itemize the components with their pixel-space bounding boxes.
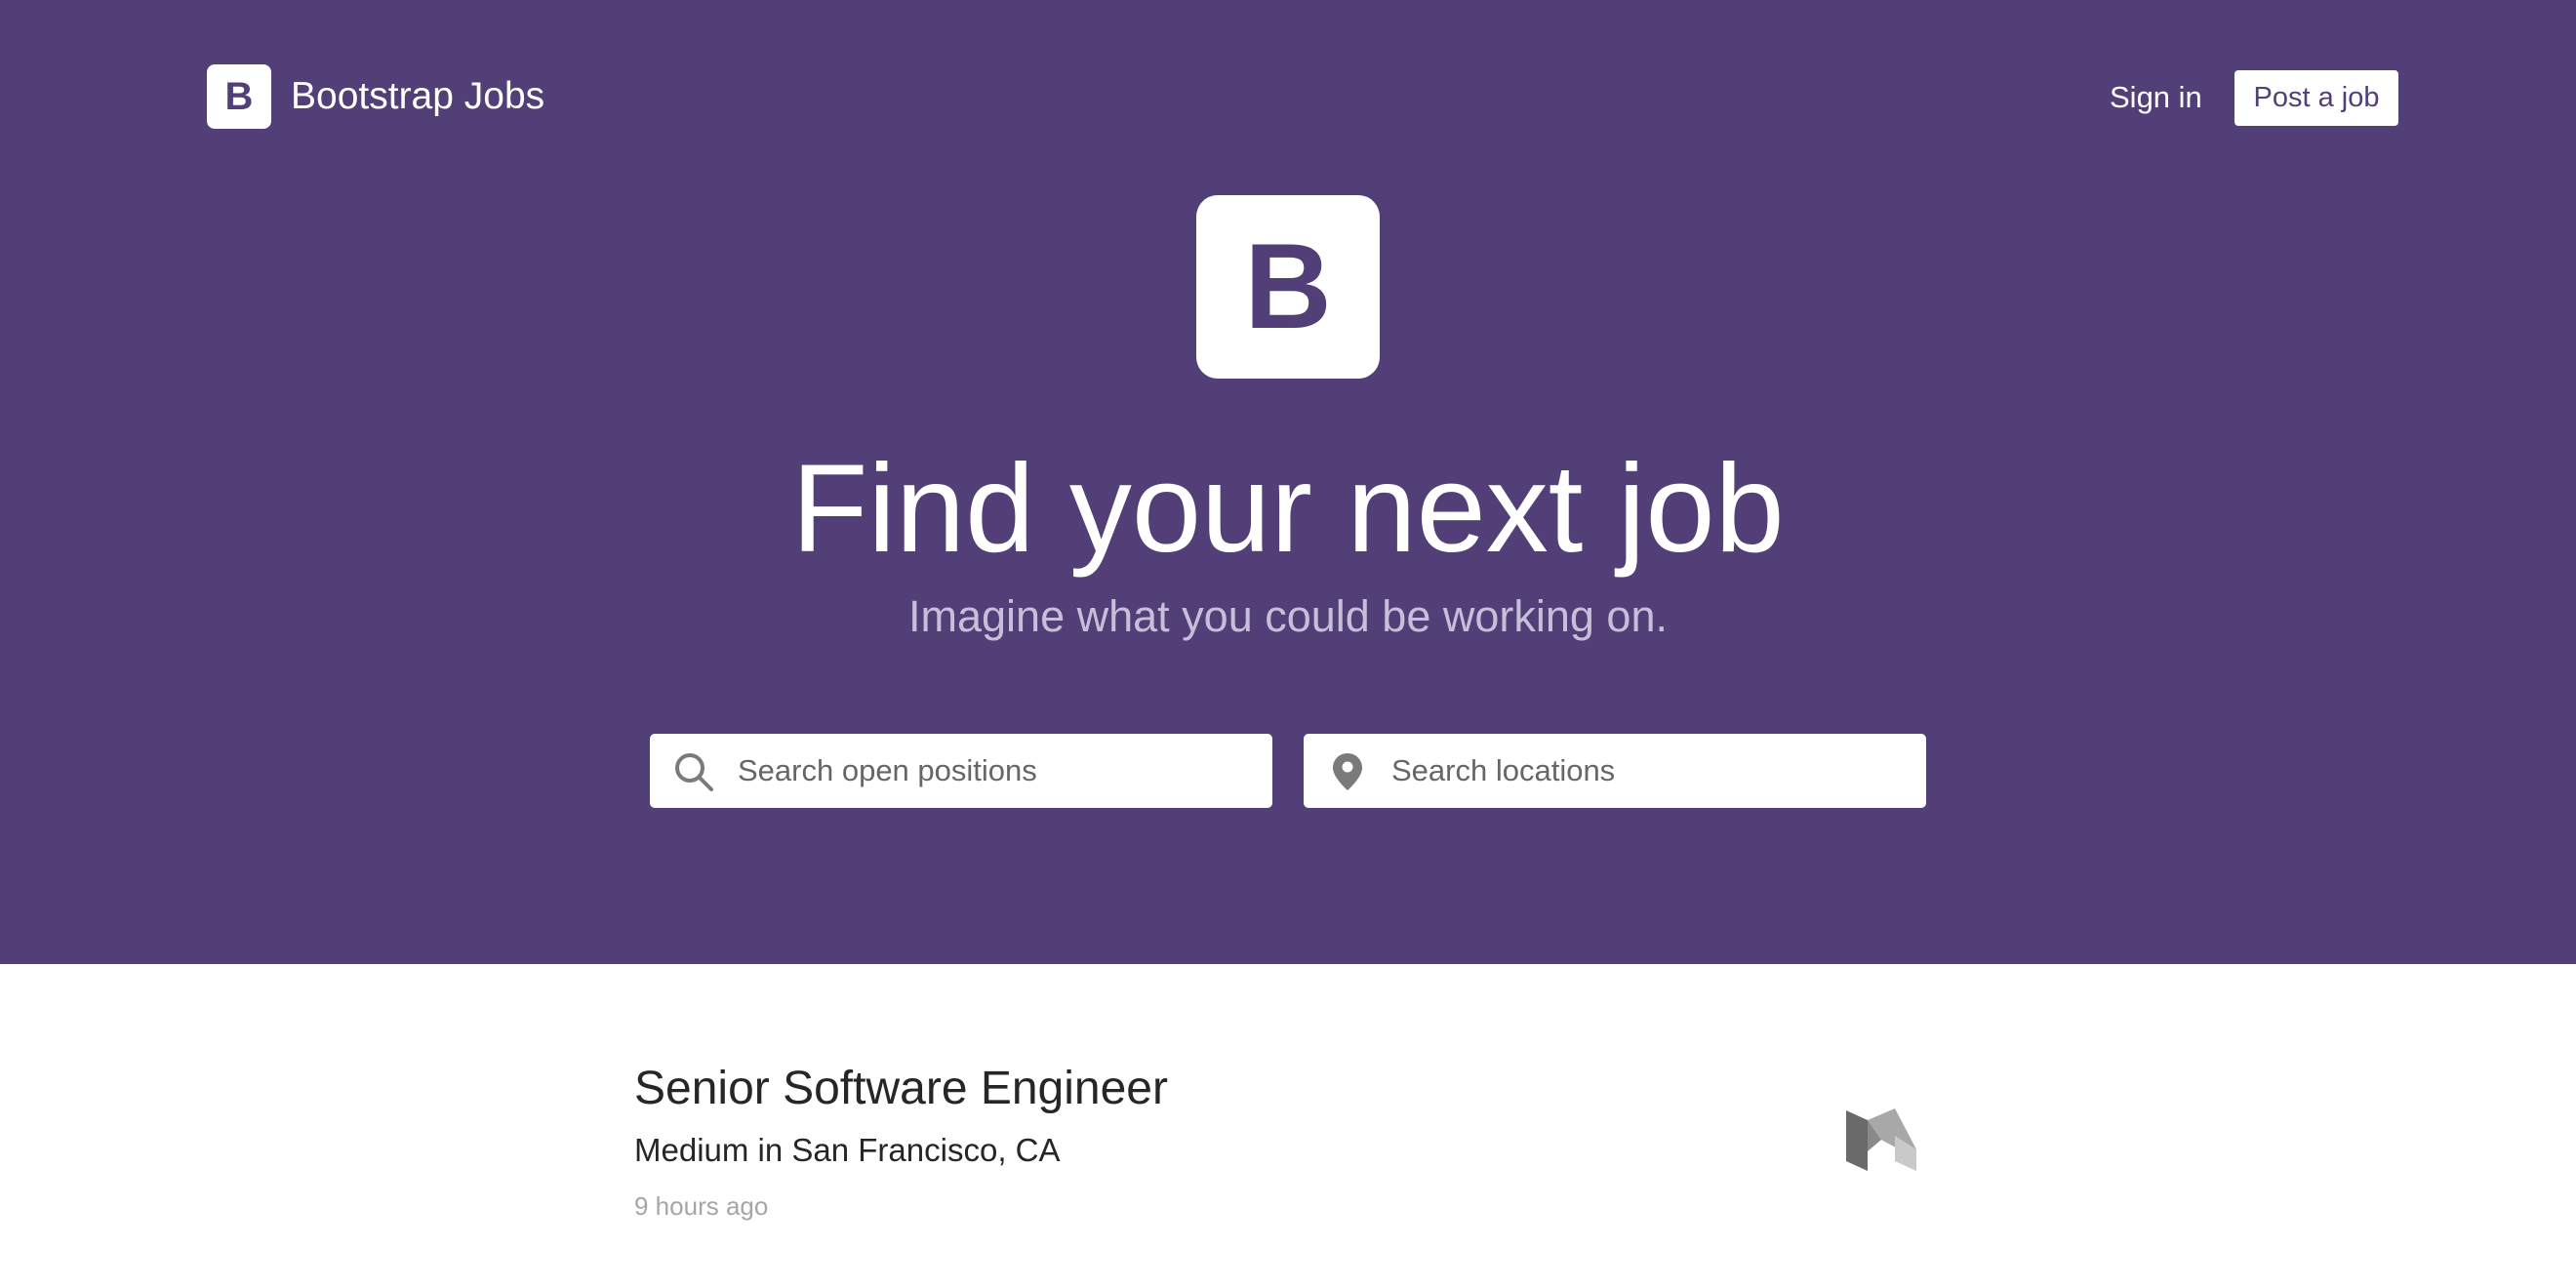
- brand-name: Bootstrap Jobs: [291, 75, 545, 117]
- job-listing[interactable]: Senior Software Engineer Medium in San F…: [634, 1058, 1922, 1233]
- search-locations-box: [1304, 734, 1926, 808]
- page-headline: Find your next job: [791, 439, 1785, 579]
- search-positions-input[interactable]: [738, 734, 1255, 808]
- map-pin-icon: [1333, 753, 1362, 790]
- job-title[interactable]: Senior Software Engineer: [634, 1058, 1168, 1120]
- job-posted-time: 9 hours ago: [634, 1191, 769, 1221]
- search-locations-input[interactable]: [1391, 734, 1909, 808]
- search-icon: [675, 753, 713, 791]
- page-subheadline: Imagine what you could be working on.: [908, 591, 1668, 641]
- post-job-button[interactable]: Post a job: [2234, 70, 2398, 126]
- brand-link[interactable]: B Bootstrap Jobs: [207, 64, 544, 129]
- hero-logo: B: [1196, 195, 1380, 379]
- hero-section: B Bootstrap Jobs Sign in Post a job B Fi…: [0, 0, 2576, 964]
- medium-logo-icon: [1846, 1108, 1916, 1171]
- sign-in-link[interactable]: Sign in: [2110, 70, 2202, 125]
- brand-logo-badge: B: [207, 64, 271, 129]
- search-positions-box: [650, 734, 1272, 808]
- job-company-location: Medium in San Francisco, CA: [634, 1132, 1061, 1168]
